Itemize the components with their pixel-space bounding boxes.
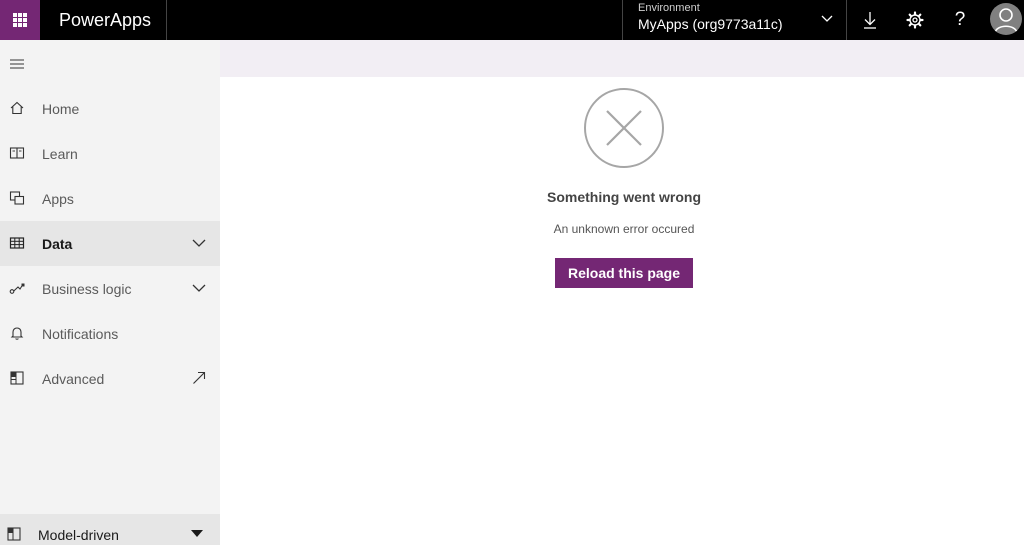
home-icon: [10, 101, 24, 115]
download-icon: [864, 12, 876, 29]
settings-button[interactable]: [893, 0, 937, 40]
environment-picker[interactable]: Environment MyApps (org9773a11c): [622, 0, 847, 40]
nav-label-home: Home: [42, 100, 80, 117]
model-icon: [7, 527, 21, 541]
bell-icon: [10, 327, 24, 340]
nav-label-advanced: Advanced: [42, 370, 105, 387]
error-message: An unknown error occured: [553, 222, 695, 236]
error-title: Something went wrong: [547, 189, 701, 205]
app-launcher-button[interactable]: [0, 0, 40, 40]
book-icon: [9, 147, 25, 159]
external-link-arrow-icon: [193, 371, 206, 384]
help-button[interactable]: ?: [938, 0, 982, 40]
gear-icon: [906, 11, 924, 29]
environment-value: MyApps (org9773a11c): [638, 16, 783, 32]
nav-item-advanced[interactable]: Advanced: [0, 356, 220, 401]
error-x-circle-icon: [584, 88, 664, 168]
nav-item-home[interactable]: Home: [0, 86, 220, 131]
download-button[interactable]: [848, 0, 892, 40]
hamburger-menu-icon[interactable]: [9, 56, 25, 72]
apps-icon: [9, 191, 25, 205]
table-icon: [9, 237, 25, 249]
top-bar: PowerApps Environment MyApps (org9773a11…: [0, 0, 1024, 40]
nav-item-business-logic[interactable]: Business logic: [0, 266, 220, 311]
nav-label-business-logic: Business logic: [42, 280, 132, 297]
environment-label: Environment: [638, 2, 700, 14]
help-icon: ?: [954, 9, 966, 30]
nav-label-apps: Apps: [42, 190, 74, 207]
model-driven-selector[interactable]: Model-driven: [0, 514, 220, 545]
reload-page-button[interactable]: Reload this page: [555, 258, 693, 288]
chevron-down-icon: [821, 15, 833, 22]
app-name[interactable]: PowerApps: [40, 0, 167, 40]
chevron-down-icon[interactable]: [191, 235, 207, 251]
waffle-icon: [13, 13, 27, 27]
advanced-icon: [10, 371, 24, 385]
model-driven-label: Model-driven: [38, 527, 119, 543]
caret-down-icon: [191, 530, 203, 537]
command-bar: [220, 40, 1024, 77]
nav-label-learn: Learn: [42, 145, 78, 162]
user-avatar[interactable]: [990, 3, 1022, 35]
nav-item-apps[interactable]: Apps: [0, 176, 220, 221]
nav-label-notifications: Notifications: [42, 325, 119, 342]
nav-label-data: Data: [42, 235, 73, 252]
left-nav: Home Learn Apps Data Business logic Noti…: [0, 40, 220, 545]
flow-icon: [9, 283, 25, 294]
avatar-icon: [994, 8, 1018, 34]
chevron-down-icon[interactable]: [191, 280, 207, 296]
main-content: Something went wrong An unknown error oc…: [220, 77, 1024, 545]
nav-item-notifications[interactable]: Notifications: [0, 311, 220, 356]
nav-item-learn[interactable]: Learn: [0, 131, 220, 176]
nav-item-data[interactable]: Data: [0, 221, 220, 266]
